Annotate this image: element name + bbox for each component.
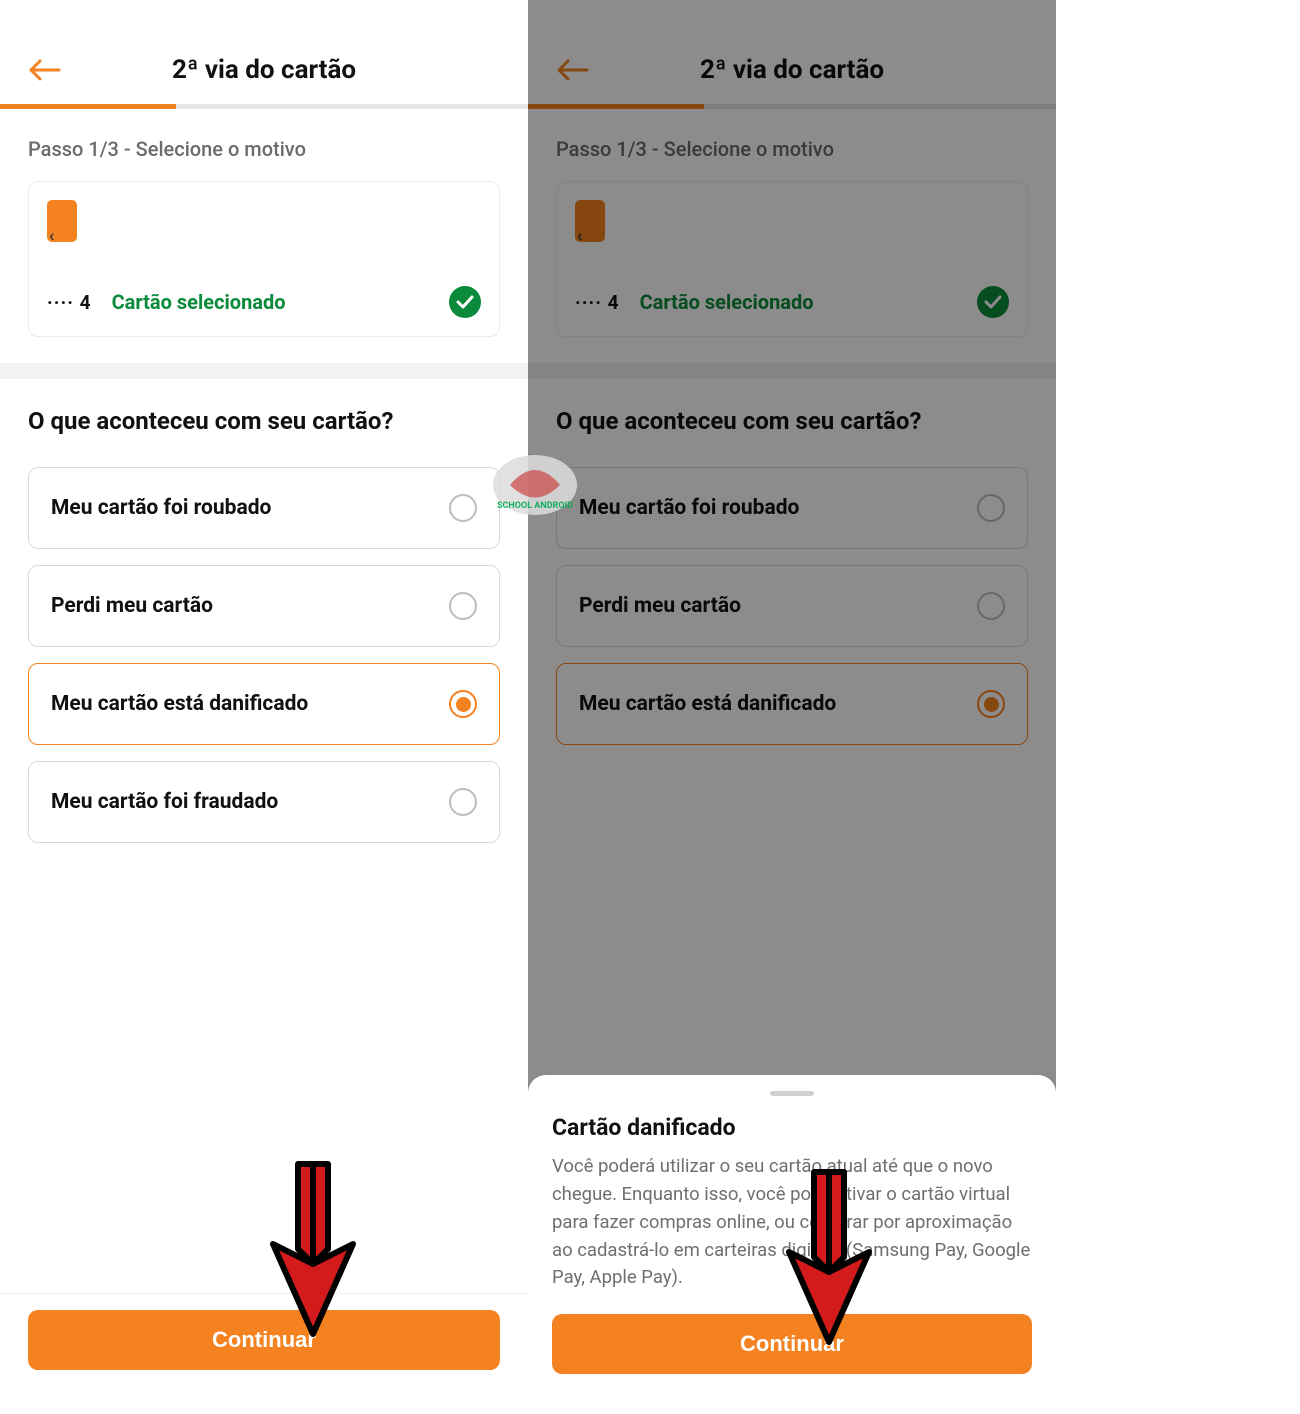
- header: 2ª via do cartão: [528, 36, 1056, 104]
- option-fraud[interactable]: Meu cartão foi fraudado: [28, 761, 500, 843]
- page-title: 2ª via do cartão: [700, 55, 884, 85]
- progress-bar: [0, 104, 528, 109]
- radio-selected-icon: [449, 690, 477, 718]
- separator: [528, 363, 1056, 379]
- battery-icon: 88: [1000, 9, 1034, 27]
- right-phone: 5:15 PM 88 2ª via do cartão Passo 1/3 - …: [528, 0, 1056, 1414]
- radio-selected-icon: [977, 690, 1005, 718]
- question: O que aconteceu com seu cartão?: [528, 379, 1056, 451]
- card-icon: [47, 200, 77, 242]
- header: 2ª via do cartão: [0, 36, 528, 104]
- card-selected-label: Cartão selecionado: [112, 290, 286, 314]
- option-damaged[interactable]: Meu cartão está danificado: [28, 663, 500, 745]
- sheet-continue-button[interactable]: Continuar: [552, 1314, 1032, 1374]
- bottom-bar: Continuar: [0, 1293, 528, 1414]
- radio-icon: [449, 592, 477, 620]
- separator: [0, 363, 528, 379]
- selected-card: ···· 4 Cartão selecionado: [556, 181, 1028, 337]
- option-lost[interactable]: Perdi meu cartão: [28, 565, 500, 647]
- page-title: 2ª via do cartão: [172, 55, 356, 85]
- status-bar: 5:15 PM 88: [528, 0, 1056, 36]
- svg-text:88: 88: [1009, 12, 1022, 25]
- card-icon: [575, 200, 605, 242]
- step-label: Passo 1/3 - Selecione o motivo: [0, 109, 528, 181]
- question: O que aconteceu com seu cartão?: [0, 379, 528, 451]
- sheet-title: Cartão danificado: [552, 1114, 1032, 1141]
- selected-card: ···· 4 Cartão selecionado: [28, 181, 500, 337]
- bottom-sheet: Cartão danificado Você poderá utilizar o…: [528, 1075, 1056, 1414]
- step-label: Passo 1/3 - Selecione o motivo: [528, 109, 1056, 181]
- option-damaged[interactable]: Meu cartão está danificado: [556, 663, 1028, 745]
- continue-button[interactable]: Continuar: [28, 1310, 500, 1370]
- back-arrow-icon[interactable]: [556, 58, 590, 82]
- signal-icon: [920, 10, 940, 26]
- radio-icon: [449, 494, 477, 522]
- status-time: 5:15 PM: [550, 8, 618, 29]
- option-stolen[interactable]: Meu cartão foi roubado: [28, 467, 500, 549]
- wifi-icon: [972, 10, 994, 26]
- sheet-text: Você poderá utilizar o seu cartão atual …: [552, 1153, 1032, 1292]
- signal-icon-2: [946, 10, 966, 26]
- card-last-digits: ···· 4: [47, 291, 92, 314]
- radio-icon: [449, 788, 477, 816]
- option-stolen[interactable]: Meu cartão foi roubado: [556, 467, 1028, 549]
- option-lost[interactable]: Perdi meu cartão: [556, 565, 1028, 647]
- svg-text:SCHOOL ANDROID: SCHOOL ANDROID: [497, 501, 573, 511]
- check-icon: [449, 286, 481, 318]
- progress-bar: [528, 104, 1056, 109]
- card-selected-label: Cartão selecionado: [640, 290, 814, 314]
- check-icon: [977, 286, 1009, 318]
- sheet-handle[interactable]: [770, 1091, 814, 1096]
- back-arrow-icon[interactable]: [28, 58, 62, 82]
- card-last-digits: ···· 4: [575, 291, 620, 314]
- watermark: SCHOOL ANDROID: [490, 450, 580, 520]
- radio-icon: [977, 592, 1005, 620]
- left-phone: 2ª via do cartão Passo 1/3 - Selecione o…: [0, 0, 528, 1414]
- radio-icon: [977, 494, 1005, 522]
